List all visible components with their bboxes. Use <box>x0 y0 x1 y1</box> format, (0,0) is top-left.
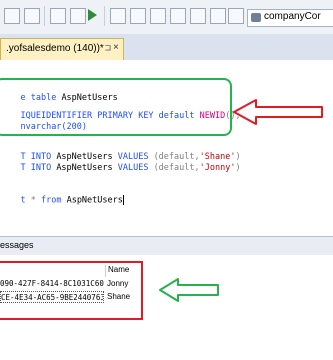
code-line-select: t * from AspNetUsers <box>20 195 124 206</box>
indent-icon[interactable] <box>210 8 226 24</box>
toolbar-separator <box>104 6 105 26</box>
document-tab-strip: .yofsalesdemo (140))* ⊐ × <box>0 34 333 62</box>
annotation-red-arrow-icon <box>233 99 323 125</box>
annotation-red-box <box>0 261 143 320</box>
annotation-green-box <box>0 78 232 136</box>
results-to-text-icon[interactable] <box>150 8 166 24</box>
database-name: companyCor <box>264 11 321 22</box>
results-grid[interactable]: Name 090-427F-8414-8C1031C60463 Jonny CE… <box>0 255 333 360</box>
messages-tab[interactable]: essages <box>0 240 34 250</box>
code-line-insert-jonny: T INTO AspNetUsers VALUES (default,'Jonn… <box>20 163 241 173</box>
open-file-icon[interactable] <box>24 8 40 24</box>
query-tab[interactable]: .yofsalesdemo (140))* ⊐ × <box>0 38 124 61</box>
query-editor[interactable]: e table AspNetUsers IQUEIDENTIFIER PRIMA… <box>0 60 333 236</box>
annotation-green-arrow-icon <box>159 278 219 302</box>
execute-icon[interactable] <box>88 9 97 21</box>
toolbar: companyCor <box>0 0 333 35</box>
database-icon <box>251 13 261 22</box>
debug-icon[interactable] <box>70 8 86 24</box>
uncomment-icon[interactable] <box>190 8 206 24</box>
results-tab-bar: essages <box>0 236 333 255</box>
text-cursor <box>122 195 124 205</box>
database-selector[interactable]: companyCor <box>247 9 333 27</box>
results-to-grid-icon[interactable] <box>130 8 146 24</box>
toolbar-separator <box>44 6 45 26</box>
close-icon[interactable]: × <box>113 42 119 53</box>
comment-icon[interactable] <box>170 8 186 24</box>
save-icon[interactable] <box>50 8 66 24</box>
pin-icon[interactable]: ⊐ <box>105 43 111 54</box>
new-query-icon[interactable] <box>4 8 20 24</box>
outdent-icon[interactable] <box>228 8 244 24</box>
query-tab-label: .yofsalesdemo (140))* <box>6 43 104 54</box>
parse-icon[interactable] <box>110 8 126 24</box>
